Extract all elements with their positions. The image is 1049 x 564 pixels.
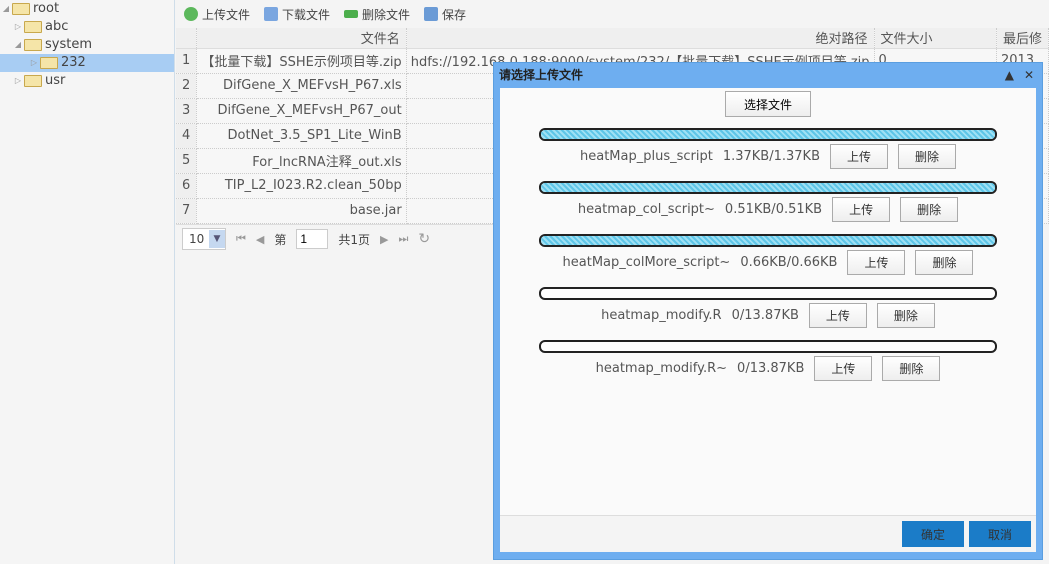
- row-number: 4: [176, 123, 198, 149]
- upload-file-item: heatmap_col_script~ 0.51KB/0.51KB 上传 删除: [500, 197, 1036, 222]
- pager: 10▼ ⏮ ◀ 第 共1页 ▶ ⏭ ↻: [176, 223, 496, 254]
- remove-button[interactable]: 删除: [900, 197, 959, 222]
- upload-progress-text: 0/13.87KB: [731, 308, 799, 323]
- tree-node[interactable]: ▷ abc: [0, 18, 174, 36]
- row-number: 1: [176, 48, 198, 74]
- remove-button[interactable]: 删除: [915, 250, 974, 275]
- download-file-button[interactable]: 下载文件: [264, 6, 330, 23]
- column-header[interactable]: 文件名: [196, 28, 407, 49]
- upload-button[interactable]: 上传: [832, 197, 891, 222]
- collapsed-arrow-icon[interactable]: ▷: [12, 18, 24, 36]
- column-header[interactable]: 文件大小: [874, 28, 997, 49]
- first-page-icon[interactable]: ⏮: [236, 232, 246, 246]
- upload-file-button[interactable]: 上传文件: [184, 6, 250, 23]
- row-number: 5: [176, 148, 198, 174]
- chevron-down-icon: ▼: [209, 230, 225, 248]
- refresh-icon[interactable]: ↻: [418, 231, 430, 247]
- file-name: base.jar: [196, 198, 407, 224]
- column-header[interactable]: 绝对路径: [406, 28, 875, 49]
- ok-button[interactable]: 确定: [902, 521, 964, 547]
- tree-node-label: abc: [45, 19, 69, 34]
- file-name: DifGene_X_MEFvsH_P67.xls: [196, 73, 407, 99]
- collapse-icon[interactable]: ▲: [1005, 63, 1014, 88]
- file-name: 【批量下载】SSHE示例项目等.zip: [196, 48, 407, 74]
- cancel-button[interactable]: 取消: [969, 521, 1031, 547]
- collapsed-arrow-icon[interactable]: ▷: [12, 72, 24, 90]
- prev-page-icon[interactable]: ◀: [256, 233, 264, 246]
- upload-file-name: heatmap_modify.R~: [595, 361, 728, 376]
- upload-file-name: heatmap_modify.R: [601, 308, 722, 323]
- tree-node-label: 232: [61, 55, 86, 70]
- upload-button[interactable]: 上传: [830, 144, 888, 169]
- upload-file-item: heatMap_colMore_script~ 0.66KB/0.66KB 上传 删除: [500, 250, 1036, 275]
- upload-progress-bar: [539, 234, 997, 247]
- folder-icon: [24, 39, 42, 51]
- remove-button[interactable]: 删除: [882, 356, 941, 381]
- upload-progress-bar: [539, 128, 997, 141]
- upload-progress-text: 1.37KB/1.37KB: [722, 149, 820, 164]
- upload-button[interactable]: 上传: [814, 356, 873, 381]
- row-number: 6: [176, 173, 198, 199]
- row-number: 3: [176, 98, 198, 124]
- upload-button[interactable]: 上传: [847, 250, 906, 275]
- file-name: For_lncRNA注释_out.xls: [196, 148, 407, 174]
- folder-icon: [12, 3, 30, 15]
- last-page-icon[interactable]: ⏭: [399, 232, 409, 246]
- file-name: DotNet_3.5_SP1_Lite_WinB: [196, 123, 407, 149]
- file-name: TIP_L2_I023.R2.clean_50bp: [196, 173, 407, 199]
- folder-icon: [40, 57, 58, 69]
- folder-tree: ◢ root ▷ abc ◢ system ▷ 232 ▷ usr: [0, 0, 175, 564]
- upload-file-name: heatmap_col_script~: [577, 202, 715, 217]
- upload-file-name: heatMap_colMore_script~: [562, 255, 731, 270]
- upload-dialog: 请选择上传文件 ▲ ✕ 选择文件 heatMap_plus_script 1.37K…: [493, 62, 1043, 560]
- collapsed-arrow-icon[interactable]: ▷: [28, 54, 40, 72]
- upload-file-item: heatMap_plus_script 1.37KB/1.37KB 上传 删除: [500, 144, 1036, 169]
- page-size-select[interactable]: 10 ▼: [182, 228, 226, 250]
- tree-node[interactable]: ▷ usr: [0, 72, 174, 90]
- remove-button[interactable]: 删除: [898, 144, 956, 169]
- toolbar: 上传文件 下载文件 删除文件 保存: [176, 0, 1049, 28]
- folder-icon: [24, 21, 42, 33]
- page-number-input[interactable]: [296, 229, 329, 249]
- delete-file-button[interactable]: 删除文件: [344, 6, 410, 23]
- remove-button[interactable]: 删除: [876, 303, 935, 328]
- column-header[interactable]: 最后修: [996, 28, 1049, 49]
- column-header[interactable]: [176, 28, 198, 49]
- tree-node-label: usr: [45, 73, 66, 88]
- download-arrow-icon: [264, 7, 279, 21]
- file-name: DifGene_X_MEFvsH_P67_out: [196, 98, 407, 124]
- next-page-icon[interactable]: ▶: [380, 233, 388, 246]
- upload-progress-bar: [539, 287, 997, 300]
- expanded-arrow-icon[interactable]: ◢: [0, 0, 12, 18]
- tree-node-label: system: [45, 37, 92, 52]
- remove-icon: [344, 10, 359, 18]
- upload-progress-text: 0/13.87KB: [737, 361, 805, 376]
- upload-progress-bar: [539, 340, 997, 353]
- upload-file-name: heatMap_plus_script: [579, 149, 713, 164]
- tree-node[interactable]: ◢ system: [0, 36, 174, 54]
- folder-icon: [24, 75, 42, 87]
- row-number: 7: [176, 198, 198, 224]
- row-number: 2: [176, 73, 198, 99]
- upload-file-item: heatmap_modify.R 0/13.87KB 上传 删除: [500, 303, 1036, 328]
- tree-node-label: root: [33, 1, 60, 16]
- upload-progress-bar: [539, 181, 997, 194]
- tree-node[interactable]: ▷ 232: [0, 54, 174, 72]
- upload-file-item: heatmap_modify.R~ 0/13.87KB 上传 删除: [500, 356, 1036, 381]
- dialog-title: 请选择上传文件: [499, 68, 584, 82]
- upload-button[interactable]: 上传: [808, 303, 867, 328]
- tree-node[interactable]: ◢ root: [0, 0, 174, 18]
- save-button[interactable]: 保存: [424, 6, 466, 23]
- upload-progress-text: 0.51KB/0.51KB: [724, 202, 823, 217]
- add-icon: [184, 7, 198, 21]
- upload-progress-text: 0.66KB/0.66KB: [740, 255, 838, 270]
- close-icon[interactable]: ✕: [1024, 63, 1034, 88]
- choose-file-button[interactable]: 选择文件: [725, 91, 811, 117]
- expanded-arrow-icon[interactable]: ◢: [12, 36, 24, 54]
- save-icon: [424, 7, 439, 21]
